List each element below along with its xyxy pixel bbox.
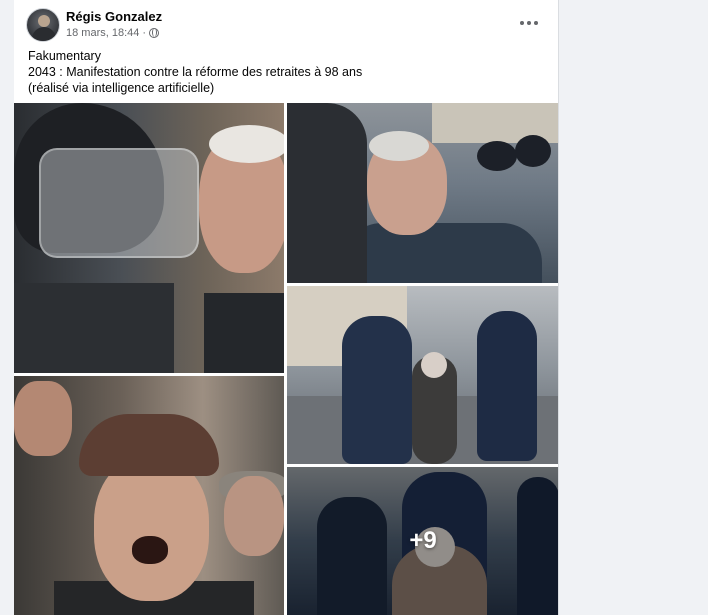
gallery-photo-2[interactable]	[287, 103, 558, 283]
photo-shape	[39, 148, 199, 258]
more-photos-count: +9	[409, 527, 437, 554]
photo-shape	[477, 311, 537, 461]
avatar[interactable]	[26, 8, 60, 42]
photo-shape	[94, 456, 209, 601]
more-options-icon-dot	[527, 21, 531, 25]
photo-shape	[209, 125, 284, 163]
photo-shape	[204, 293, 284, 373]
avatar-torso-shape	[32, 27, 56, 41]
post-meta: 18 mars, 18:44 ·	[66, 27, 160, 39]
photo-shape	[14, 381, 72, 456]
gallery-photo-4[interactable]	[14, 376, 284, 615]
caption-line: 2043 : Manifestation contre la réforme d…	[28, 65, 363, 79]
photo-shape	[79, 414, 219, 476]
post-header: Régis Gonzalez 18 mars, 18:44 ·	[14, 0, 558, 46]
photo-shape	[14, 283, 174, 373]
gallery-photo-3[interactable]	[287, 286, 558, 464]
author-name[interactable]: Régis Gonzalez	[66, 9, 162, 24]
more-options-button[interactable]	[514, 12, 544, 34]
more-options-icon-dot	[534, 21, 538, 25]
photo-shape	[224, 476, 284, 556]
avatar-head-shape	[38, 15, 50, 27]
gallery-photo-5-more[interactable]: +9	[287, 467, 558, 615]
photo-shape	[369, 131, 429, 161]
photo-shape	[477, 141, 517, 171]
post-caption: Fakumentary 2043 : Manifestation contre …	[14, 46, 558, 104]
photo-shape	[287, 103, 367, 283]
globe-icon	[149, 28, 160, 38]
post-timestamp[interactable]: 18 mars, 18:44 ·	[66, 27, 146, 39]
caption-line: (réalisé via intelligence artificielle)	[28, 81, 215, 95]
more-options-icon-dot	[520, 21, 524, 25]
gallery-photo-1[interactable]	[14, 103, 284, 373]
photo-shape	[515, 135, 551, 167]
post-card: Régis Gonzalez 18 mars, 18:44 · Fakument…	[14, 0, 559, 615]
photo-shape	[132, 536, 168, 564]
photo-shape	[342, 223, 542, 283]
photo-gallery: +9	[14, 103, 558, 615]
caption-line: Fakumentary	[28, 49, 101, 63]
photo-shape	[342, 316, 412, 464]
photo-shape	[421, 352, 447, 378]
